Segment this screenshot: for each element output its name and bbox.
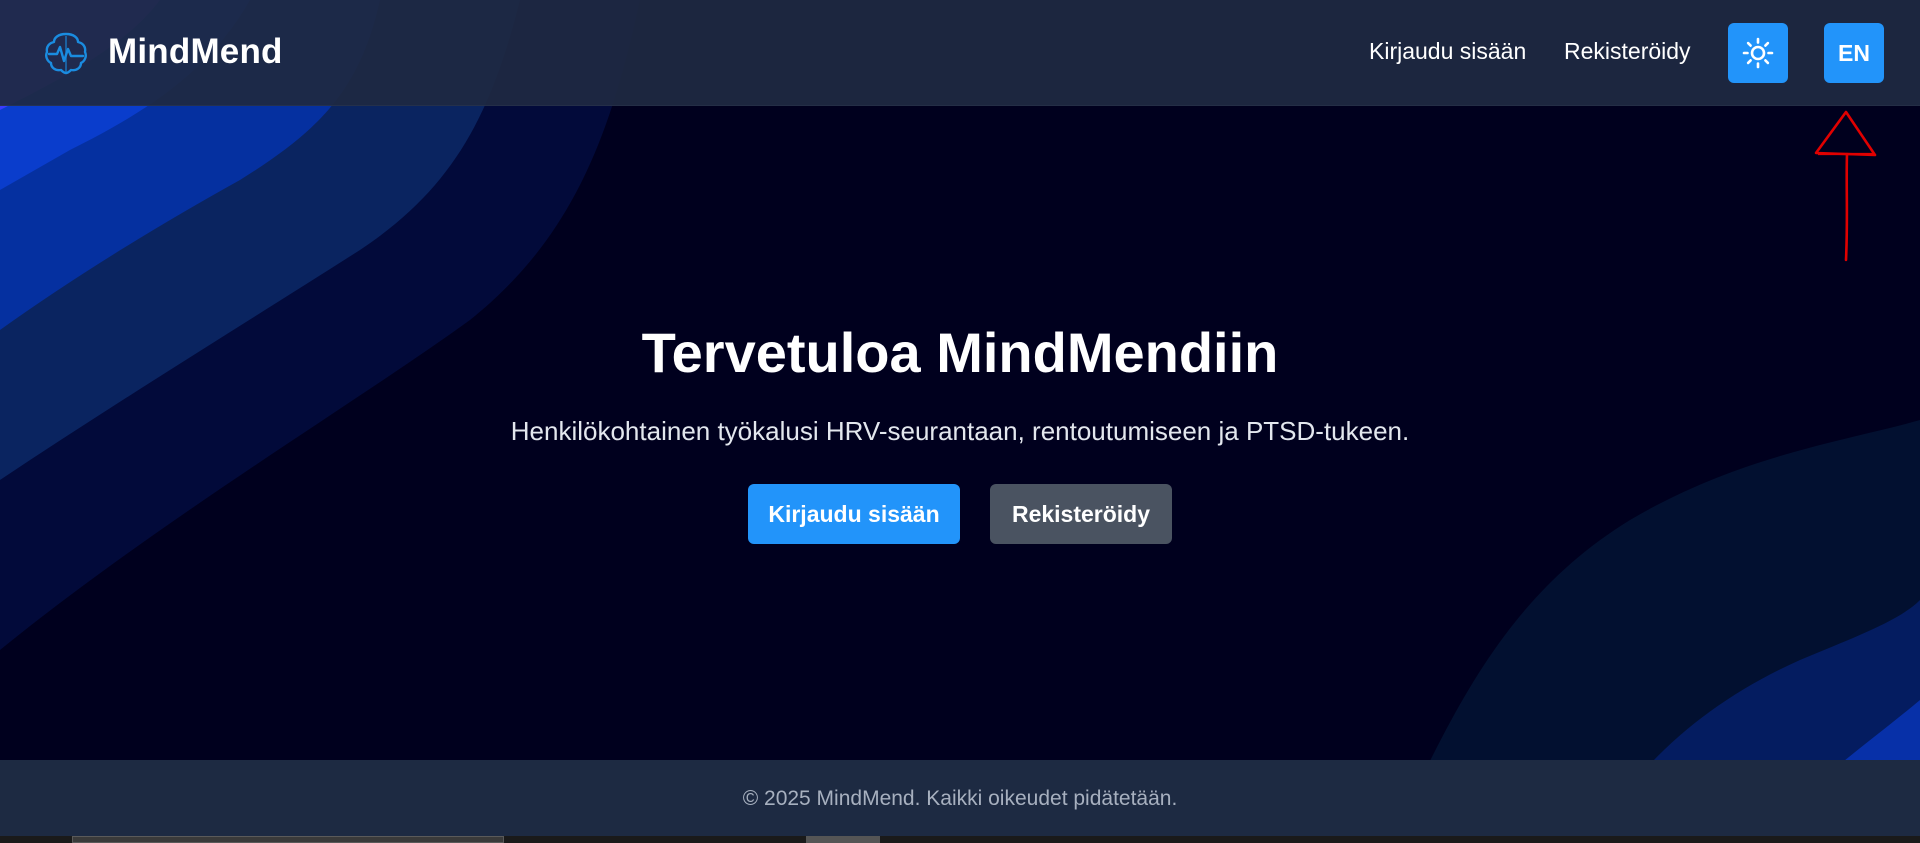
nav-register-link[interactable]: Rekisteröidy <box>1564 38 1691 65</box>
taskbar-item[interactable] <box>806 836 880 843</box>
theme-toggle-button[interactable] <box>1728 23 1788 83</box>
footer-copyright: © 2025 MindMend. Kaikki oikeudet pidätet… <box>742 787 1178 810</box>
brand-logo[interactable]: MindMend <box>42 28 283 76</box>
page-footer: © 2025 MindMend. Kaikki oikeudet pidätet… <box>0 760 1920 836</box>
top-navbar: MindMend Kirjaudu sisään Rekisteröidy EN <box>0 0 1920 106</box>
red-arrow-annotation <box>1814 110 1877 262</box>
taskbar-item[interactable] <box>72 836 504 843</box>
hero-section: Tervetuloa MindMendiin Henkilökohtainen … <box>0 106 1920 760</box>
sun-icon <box>1742 37 1774 69</box>
hero-title: Tervetuloa MindMendiin <box>641 321 1279 384</box>
hero-subtitle: Henkilökohtainen työkalusi HRV-seurantaa… <box>510 416 1410 446</box>
nav-login-link[interactable]: Kirjaudu sisään <box>1369 38 1526 65</box>
brand-name: MindMend <box>108 32 283 71</box>
hero-register-button[interactable]: Rekisteröidy <box>990 484 1172 544</box>
hero-login-button[interactable]: Kirjaudu sisään <box>748 484 960 544</box>
language-toggle-button[interactable]: EN <box>1824 23 1884 83</box>
brain-heartbeat-icon <box>45 32 87 75</box>
